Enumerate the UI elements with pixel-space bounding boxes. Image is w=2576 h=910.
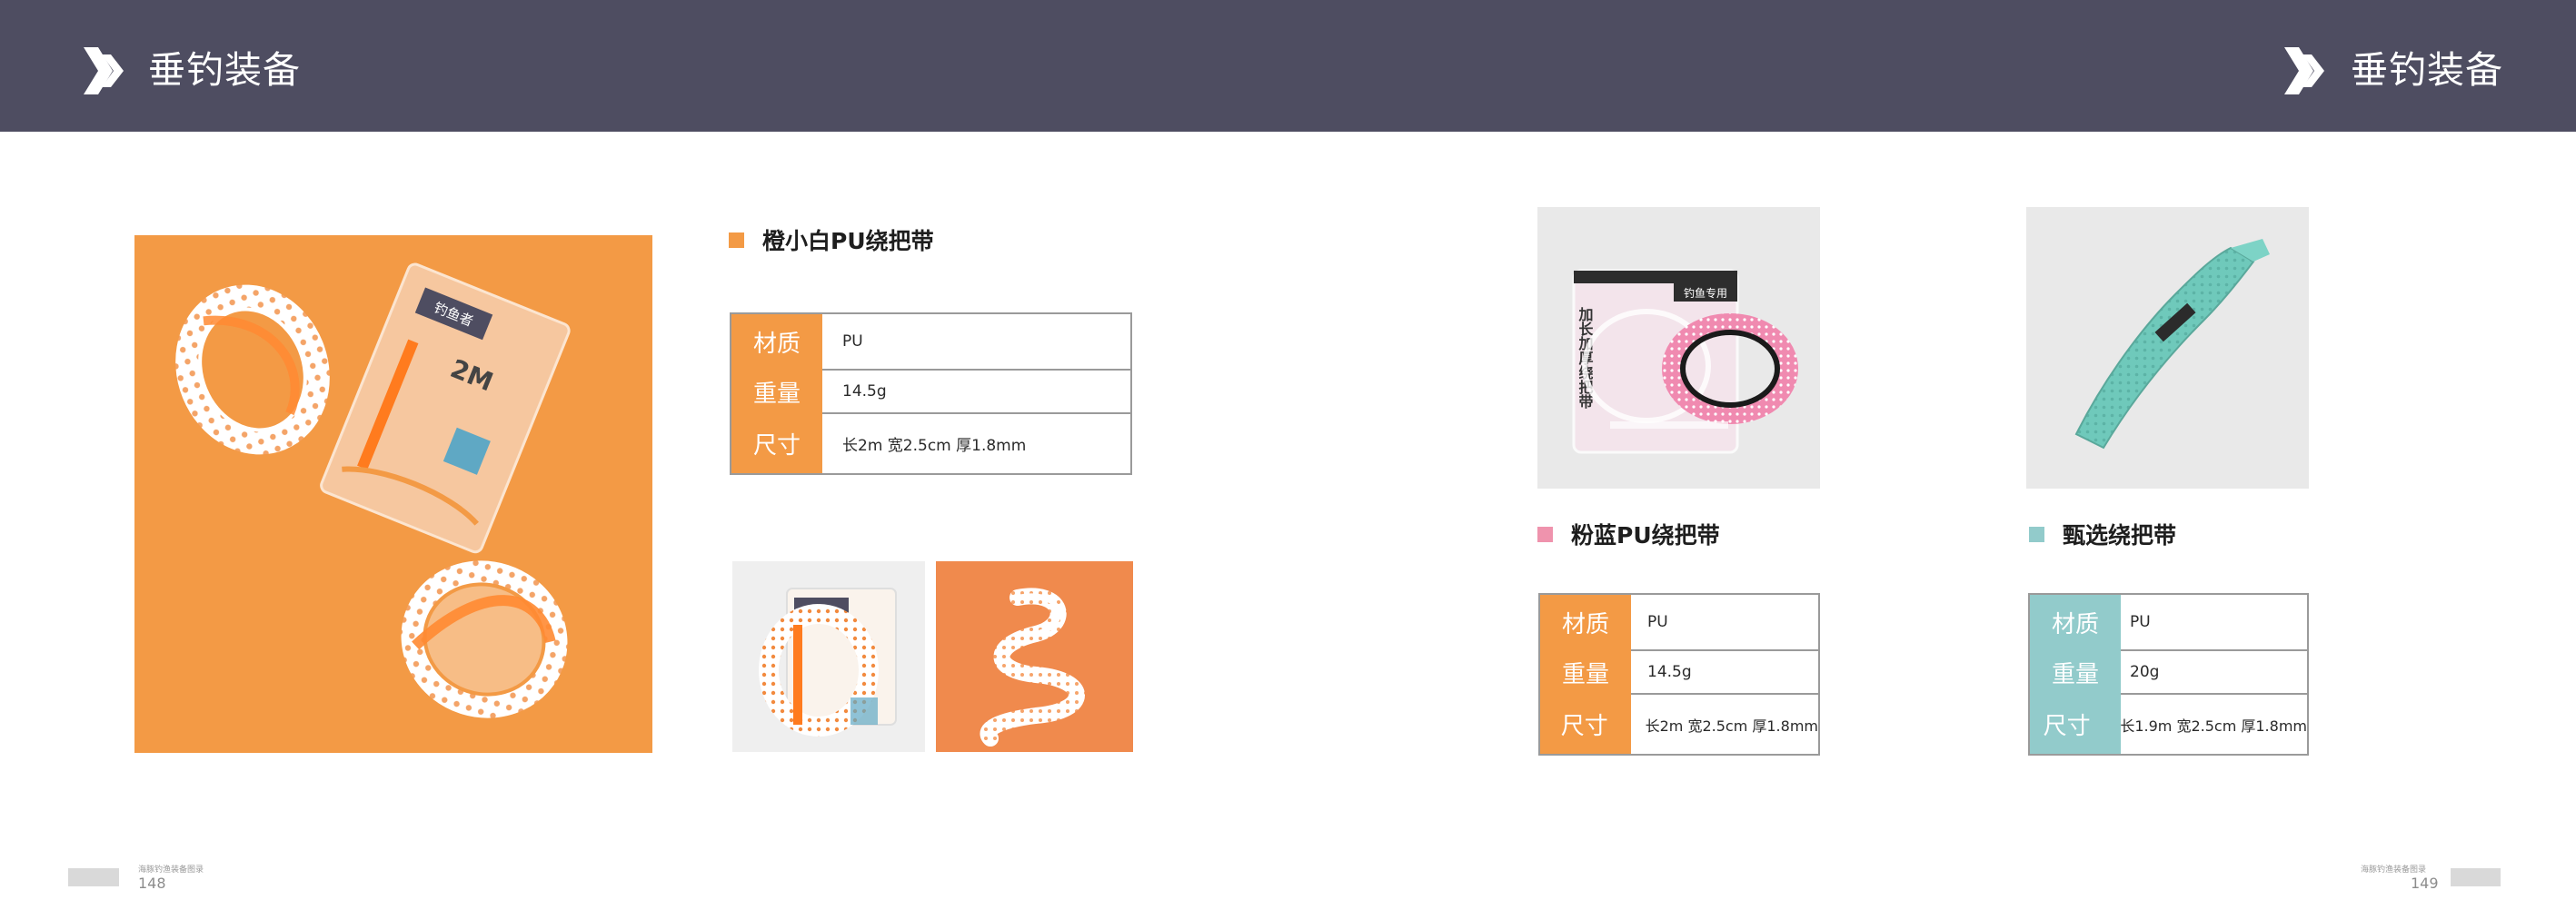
product-photo-teal: [2026, 207, 2309, 489]
spec-table-teal: 材质 PU 重量 20g 尺寸 长1.9m 宽2.5cm 厚1.8mm: [2028, 593, 2309, 756]
spec-label: 重量: [752, 380, 801, 408]
spec-value: PU: [1647, 613, 1668, 631]
spec-value: 长2m 宽2.5cm 厚1.8mm: [842, 437, 1027, 455]
spec-label: 重量: [1561, 660, 1609, 688]
product-photo-spiral: [936, 561, 1133, 752]
product-title-teal: 甄选绕把带: [2029, 516, 2176, 552]
spec-value: PU: [842, 332, 863, 351]
spec-value: 14.5g: [842, 382, 887, 401]
header-title-right: 垂钓装备: [2351, 48, 2503, 92]
pink-square-icon: [1537, 526, 1553, 542]
spec-label: 尺寸: [1560, 713, 1608, 740]
spec-value: PU: [2130, 613, 2151, 631]
product-name: 橙小白PU绕把带: [762, 228, 934, 254]
spec-row-size: 尺寸 长2m 宽2.5cm 厚1.8mm: [1540, 695, 1818, 754]
spec-value: 20g: [2130, 663, 2160, 681]
footer-logo-placeholder: [2451, 868, 2501, 886]
spec-row-weight: 重量 14.5g: [1540, 651, 1818, 693]
spec-row-size: 尺寸 长2m 宽2.5cm 厚1.8mm: [731, 414, 1130, 473]
spec-row-material: 材质 PU: [1540, 595, 1818, 649]
product-name: 粉蓝PU绕把带: [1571, 522, 1720, 549]
product-photo-pink: 钓鱼专用 加长加厚绕把带: [1537, 207, 1820, 489]
package-pink-label: 钓鱼专用: [1684, 286, 1727, 300]
spec-label: 材质: [752, 330, 801, 358]
spec-label: 材质: [2051, 610, 2099, 638]
spec-row-material: 材质 PU: [2030, 595, 2307, 649]
footer-caption-right: 海豚钓渔装备图录: [2361, 865, 2427, 875]
header-bar: 垂钓装备 垂钓装备: [0, 0, 2576, 132]
double-chevron-right-icon: [2284, 47, 2324, 94]
spec-label: 重量: [2051, 660, 2099, 688]
footer-caption-left: 海豚钓渔装备图录: [138, 865, 204, 875]
spec-value: 长2m 宽2.5cm 厚1.8mm: [1645, 717, 1818, 735]
spec-value: 14.5g: [1647, 663, 1692, 681]
spec-row-material: 材质 PU: [731, 314, 1130, 369]
spec-row-weight: 重量 14.5g: [731, 371, 1130, 412]
header-title-left: 垂钓装备: [148, 48, 301, 92]
product-name: 甄选绕把带: [2063, 522, 2177, 549]
footer-logo-placeholder: [68, 868, 119, 886]
product-title-orange: 橙小白PU绕把带: [729, 222, 934, 258]
teal-square-icon: [2029, 526, 2044, 542]
orange-square-icon: [729, 232, 744, 248]
spec-label: 材质: [1561, 610, 1609, 638]
double-chevron-right-icon: [84, 47, 124, 94]
spec-value: 长1.9m 宽2.5cm 厚1.8mm: [2120, 717, 2307, 735]
spec-label: 尺寸: [2043, 713, 2091, 740]
spec-label: 尺寸: [752, 432, 801, 460]
product-title-pink: 粉蓝PU绕把带: [1537, 516, 1720, 552]
spec-row-weight: 重量 20g: [2030, 651, 2307, 693]
product-photo-package: [732, 561, 925, 752]
product-photo-main: 钓鱼者 2M: [134, 235, 652, 753]
catalog-spread: 垂钓装备 垂钓装备 钓鱼者 2M 橙小白PU绕把带 材质 PU 重量 14.5g…: [0, 0, 2576, 910]
page-number-right: 149: [2411, 875, 2439, 892]
page-number-left: 148: [138, 875, 166, 892]
spec-table-pink: 材质 PU 重量 14.5g 尺寸 长2m 宽2.5cm 厚1.8mm: [1538, 593, 1820, 756]
spec-table-orange: 材质 PU 重量 14.5g 尺寸 长2m 宽2.5cm 厚1.8mm: [730, 312, 1132, 475]
spec-row-size: 尺寸 长1.9m 宽2.5cm 厚1.8mm: [2030, 695, 2307, 754]
